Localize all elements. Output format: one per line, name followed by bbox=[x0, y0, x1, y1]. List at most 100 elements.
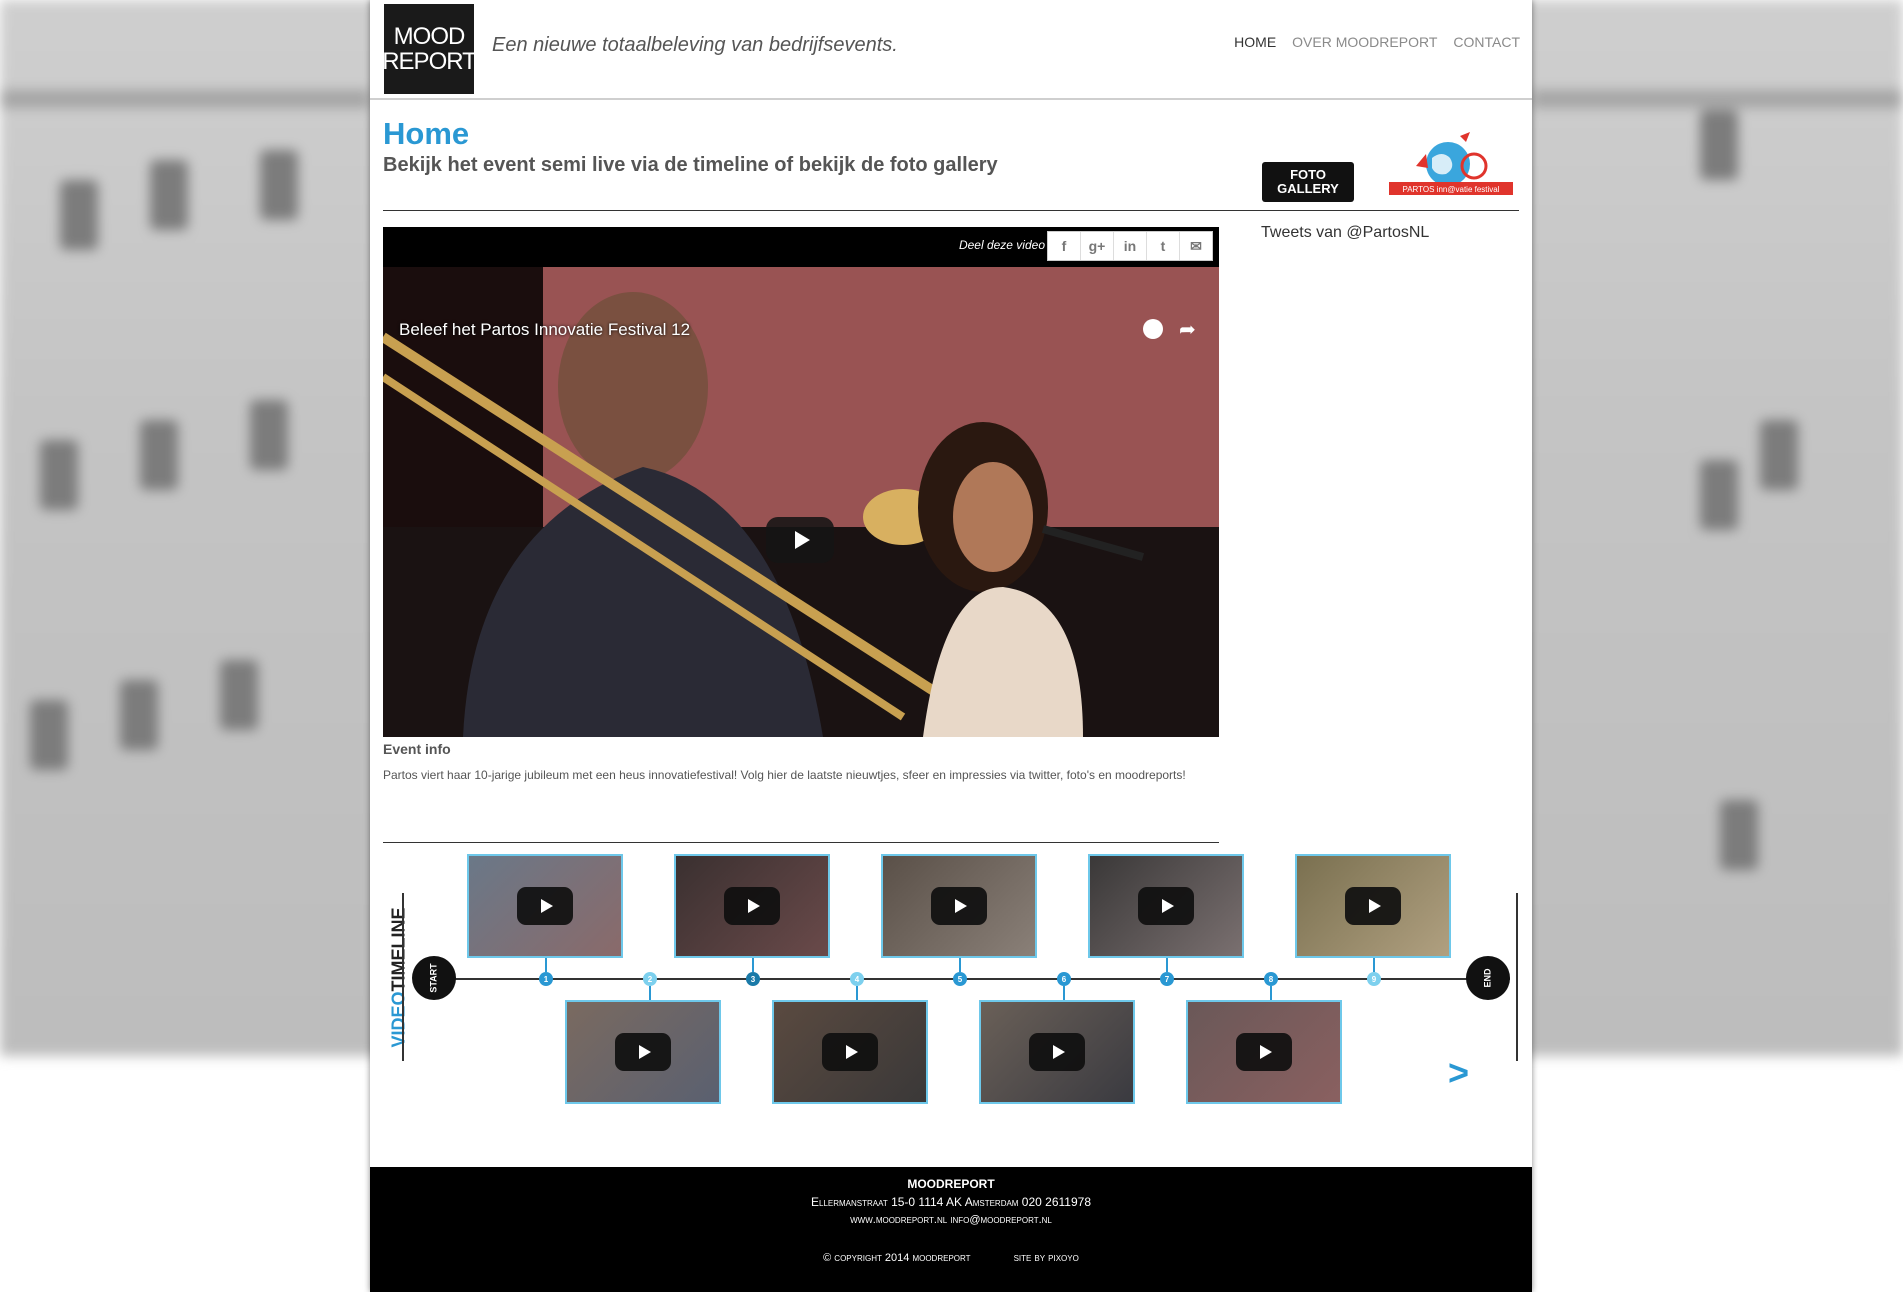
play-button[interactable] bbox=[724, 887, 780, 925]
partos-festival-logo[interactable]: PARTOS inn@vatie festival bbox=[1386, 128, 1516, 202]
page-title: Home bbox=[383, 116, 470, 151]
play-button[interactable] bbox=[1345, 887, 1401, 925]
timeline-video-thumb[interactable] bbox=[979, 1000, 1135, 1104]
video-player[interactable]: Deel deze video f g+ in t ✉ Beleef het P… bbox=[383, 227, 1219, 737]
timeline-marker[interactable]: 6 bbox=[1057, 972, 1071, 986]
play-button[interactable] bbox=[1138, 887, 1194, 925]
timeline-video-thumb[interactable] bbox=[1186, 1000, 1342, 1104]
timeline-marker[interactable]: 8 bbox=[1264, 972, 1278, 986]
play-icon bbox=[954, 899, 967, 913]
timeline-marker[interactable]: 1 bbox=[539, 972, 553, 986]
google-plus-icon[interactable]: g+ bbox=[1081, 232, 1114, 260]
footer-company: MOODREPORT bbox=[907, 1177, 995, 1191]
timeline-video-thumb[interactable] bbox=[881, 854, 1037, 958]
footer-site-by[interactable]: site by pixoyo bbox=[1014, 1252, 1079, 1264]
footer-copyright-row: © copyright 2014 moodreport site by pixo… bbox=[370, 1252, 1532, 1264]
timeline-stem bbox=[1166, 956, 1168, 972]
timeline-start-label: START bbox=[429, 963, 439, 993]
page-container: MOOD REPORT Een nieuwe totaalbeleving va… bbox=[370, 0, 1532, 1292]
timeline-stem bbox=[1063, 986, 1065, 1000]
timeline-marker[interactable]: 3 bbox=[746, 972, 760, 986]
linkedin-icon[interactable]: in bbox=[1114, 232, 1147, 260]
play-button[interactable] bbox=[766, 517, 834, 563]
share-label: Deel deze video bbox=[958, 238, 1045, 252]
play-icon bbox=[794, 531, 810, 549]
twitter-icon[interactable]: t bbox=[1147, 232, 1180, 260]
foto-gallery-button[interactable]: FOTO GALLERY bbox=[1262, 162, 1354, 202]
watch-later-icon[interactable] bbox=[1143, 319, 1163, 339]
play-button[interactable] bbox=[517, 887, 573, 925]
timeline-video-thumb[interactable] bbox=[674, 854, 830, 958]
timeline-video-thumb[interactable] bbox=[1295, 854, 1451, 958]
play-icon bbox=[1052, 1045, 1065, 1059]
play-button[interactable] bbox=[1236, 1033, 1292, 1071]
timeline-label: VIDEOTIMELINE bbox=[382, 907, 416, 1047]
festival-logo-text: PARTOS inn@vatie festival bbox=[1402, 185, 1499, 194]
tagline: Een nieuwe totaalbeleving van bedrijfsev… bbox=[492, 34, 898, 56]
timeline-end: END bbox=[1466, 956, 1510, 1000]
timeline-stem bbox=[545, 956, 547, 972]
play-icon bbox=[540, 899, 553, 913]
foto-gallery-line2: GALLERY bbox=[1277, 181, 1339, 196]
event-info-title: Event info bbox=[383, 741, 451, 757]
footer-address: Ellermanstraat 15-0 1114 AK Amsterdam 02… bbox=[810, 1195, 1091, 1209]
timeline-marker[interactable]: 9 bbox=[1367, 972, 1381, 986]
timeline-stem bbox=[856, 986, 858, 1000]
timeline-left-bar bbox=[402, 893, 404, 1061]
timeline-marker[interactable]: 7 bbox=[1160, 972, 1174, 986]
play-button[interactable] bbox=[1029, 1033, 1085, 1071]
facebook-icon[interactable]: f bbox=[1048, 232, 1081, 260]
page-subtitle: Bekijk het event semi live via de timeli… bbox=[383, 154, 998, 176]
timeline-end-label: END bbox=[1482, 968, 1493, 988]
share-arrow-icon[interactable]: ➦ bbox=[1179, 317, 1196, 342]
timeline-video-thumb[interactable] bbox=[772, 1000, 928, 1104]
video-frame[interactable]: Beleef het Partos Innovatie Festival 12 … bbox=[383, 267, 1219, 737]
play-button[interactable] bbox=[931, 887, 987, 925]
play-button[interactable] bbox=[615, 1033, 671, 1071]
play-icon bbox=[747, 899, 760, 913]
timeline-axis bbox=[430, 978, 1510, 980]
logo-line1: MOOD bbox=[393, 23, 466, 50]
timeline-stem bbox=[959, 956, 961, 972]
timeline-stem bbox=[1270, 986, 1272, 1000]
tweets-heading[interactable]: Tweets van @PartosNL bbox=[1261, 224, 1429, 242]
nav-home[interactable]: HOME bbox=[1234, 34, 1276, 50]
timeline-stem bbox=[752, 956, 754, 972]
footer-web[interactable]: www.moodreport.nl info@moodreport.nl bbox=[370, 1214, 1532, 1226]
timeline-label-timeline: TIMELINE bbox=[388, 906, 409, 991]
main-nav: HOME OVER MOODREPORT CONTACT bbox=[1234, 34, 1520, 50]
nav-contact[interactable]: CONTACT bbox=[1453, 34, 1520, 50]
timeline-video-thumb[interactable] bbox=[467, 854, 623, 958]
logo-line2: REPORT bbox=[382, 48, 477, 75]
timeline-marker[interactable]: 4 bbox=[850, 972, 864, 986]
timeline-marker[interactable]: 2 bbox=[643, 972, 657, 986]
timeline-video-thumb[interactable] bbox=[1088, 854, 1244, 958]
header-divider bbox=[370, 98, 1532, 100]
foto-gallery-line1: FOTO bbox=[1290, 167, 1326, 182]
nav-over-moodreport[interactable]: OVER MOODREPORT bbox=[1292, 34, 1437, 50]
play-icon bbox=[1259, 1045, 1272, 1059]
share-icons: f g+ in t ✉ bbox=[1047, 231, 1213, 261]
footer: MOODREPORT Ellermanstraat 15-0 1114 AK A… bbox=[370, 1167, 1532, 1292]
share-bar: Deel deze video f g+ in t ✉ bbox=[383, 227, 1219, 267]
event-info-divider bbox=[383, 842, 1219, 843]
content-divider bbox=[383, 210, 1519, 211]
timeline-label-video: VIDEO bbox=[388, 990, 409, 1048]
moodreport-logo[interactable]: MOOD REPORT bbox=[382, 4, 477, 94]
timeline-right-bar bbox=[1516, 893, 1518, 1061]
event-info-text: Partos viert haar 10-jarige jubileum met… bbox=[383, 768, 1186, 782]
timeline-stem bbox=[1373, 956, 1375, 972]
play-icon bbox=[638, 1045, 651, 1059]
timeline-next-button[interactable]: > bbox=[1448, 1052, 1469, 1094]
footer-copyright: © copyright 2014 moodreport bbox=[823, 1252, 971, 1264]
video-title[interactable]: Beleef het Partos Innovatie Festival 12 bbox=[399, 320, 690, 340]
timeline-video-thumb[interactable] bbox=[565, 1000, 721, 1104]
play-icon bbox=[1368, 899, 1381, 913]
timeline-start: START bbox=[412, 956, 456, 1000]
play-icon bbox=[1161, 899, 1174, 913]
timeline-marker[interactable]: 5 bbox=[953, 972, 967, 986]
mail-icon[interactable]: ✉ bbox=[1180, 232, 1212, 260]
play-icon bbox=[845, 1045, 858, 1059]
timeline-stem bbox=[649, 986, 651, 1000]
play-button[interactable] bbox=[822, 1033, 878, 1071]
